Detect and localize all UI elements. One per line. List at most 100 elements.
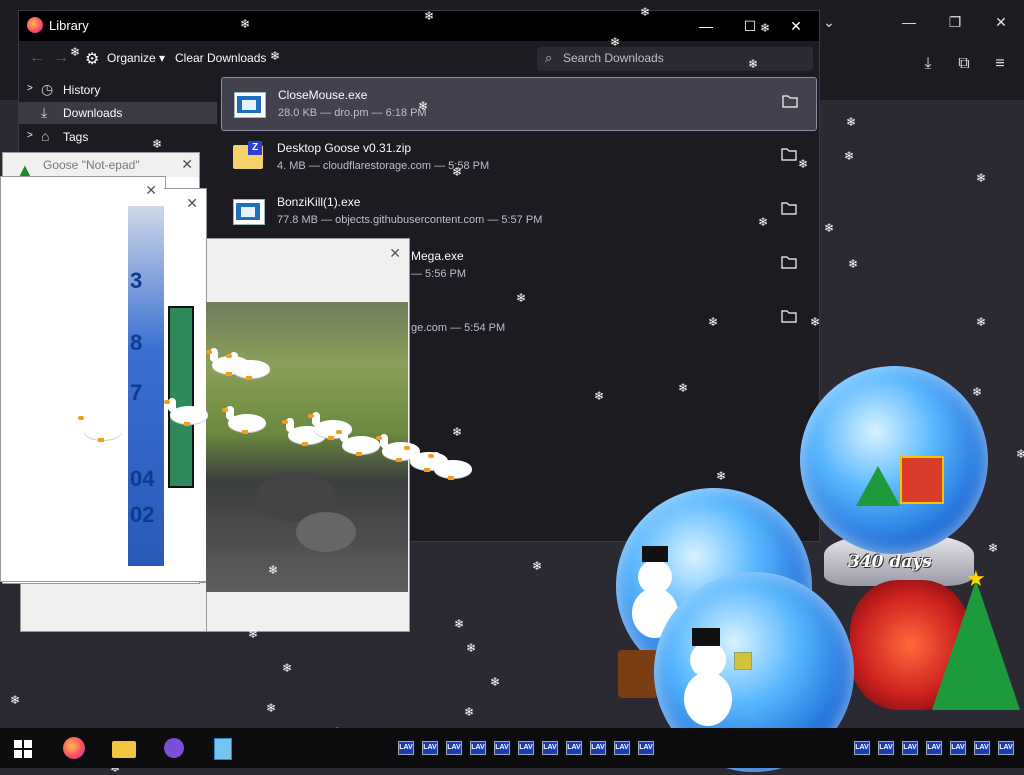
snowflake-icon: ❄ [594,389,605,403]
lav-tray-icon[interactable]: LAV [542,741,558,755]
snowflake-icon: ❄ [268,563,279,577]
tree-icon [856,466,900,506]
hat-icon [642,546,668,562]
lav-tray-icon[interactable]: LAV [854,741,870,755]
extensions-icon[interactable]: ⧉ [950,52,978,76]
snowflake-icon: ❄ [240,17,251,31]
minimize-icon[interactable]: — [693,15,719,37]
snowflake-icon: ❄ [532,559,543,573]
download-name: CloseMouse.exe [278,88,368,102]
green-panel [168,306,194,488]
goose-sprite[interactable] [428,452,472,480]
exe-icon [234,92,266,118]
goose-sprite[interactable] [336,428,380,456]
goose-sprite[interactable] [226,352,270,380]
sidebar-item-history[interactable]: > ◷ History [19,79,217,101]
lav-tray-icon[interactable]: LAV [398,741,414,755]
library-title: Library [49,18,89,33]
download-row[interactable]: BonziKill(1).exe 77.8 MB — objects.githu… [221,185,815,237]
hat-icon [692,628,720,646]
goose-sprite[interactable] [222,406,266,434]
download-meta: ge.com — 5:54 PM [411,322,506,334]
lav-tray-icon[interactable]: LAV [566,741,582,755]
snowflake-icon: ❄ [972,385,983,399]
organize-button[interactable]: Organize ▾ [107,51,165,65]
exe-icon [233,199,265,225]
meme-number: 02 [130,502,155,527]
christmas-tree-icon [932,580,1020,710]
windows-start-icon[interactable] [14,740,32,758]
snowflake-icon: ❄ [798,157,809,171]
folder-icon[interactable] [781,147,797,161]
close-icon[interactable]: ✕ [145,182,157,199]
snowflake-icon: ❄ [988,541,999,555]
sidebar-item-downloads[interactable]: ⤓ Downloads [19,102,217,124]
chevron-right-icon[interactable]: > [27,83,33,94]
goose-sprite[interactable] [164,398,208,426]
folder-icon[interactable] [781,201,797,215]
folder-icon[interactable] [782,94,798,108]
lav-tray-icon[interactable]: LAV [446,741,462,755]
snowflake-icon: ❄ [716,469,727,483]
close-icon[interactable]: ✕ [986,10,1016,34]
lav-tray-icon[interactable]: LAV [590,741,606,755]
folder-icon[interactable] [781,309,797,323]
close-icon[interactable]: ✕ [186,195,198,212]
close-icon[interactable]: ✕ [783,15,809,37]
snowflake-icon: ❄ [10,693,21,707]
download-row[interactable]: CloseMouse.exe 28.0 KB — dro.pm — 6:18 P… [221,77,817,131]
download-meta: 77.8 MB — objects.githubusercontent.com … [277,214,543,226]
close-icon[interactable]: ✕ [389,245,401,262]
lav-tray-icon[interactable]: LAV [902,741,918,755]
sidebar-item-label: Downloads [63,106,123,120]
downloads-icon[interactable]: ⤓ [914,52,942,76]
chevron-right-icon[interactable]: > [27,130,33,141]
lav-tray-icon[interactable]: LAV [998,741,1014,755]
clear-downloads-button[interactable]: Clear Downloads [175,51,266,65]
snowflake-icon: ❄ [976,315,987,329]
snowman [684,672,732,726]
sidebar-item-tags[interactable]: > ⌂ Tags [19,126,217,148]
close-icon[interactable]: ✕ [181,156,193,173]
lav-tray-icon[interactable]: LAV [422,741,438,755]
snowflake-icon: ❄ [640,5,651,19]
snowflake-icon: ❄ [466,641,477,655]
menu-icon[interactable]: ≡ [986,52,1014,76]
snowflake-icon: ❄ [464,705,475,719]
snowflake-icon: ❄ [708,315,719,329]
snowflake-icon: ❄ [266,701,277,715]
download-name: Mega.exe [411,249,464,263]
snowflake-icon: ❄ [454,617,465,631]
notepad-icon[interactable] [208,734,236,762]
firefox-icon[interactable] [60,734,88,762]
snowflake-icon: ❄ [678,381,689,395]
organize-label: Organize [107,51,156,65]
folder-icon[interactable] [781,255,797,269]
minimize-icon[interactable]: — [894,10,924,34]
zip-icon: Z [233,141,263,169]
goose-sprite[interactable] [78,414,122,442]
download-row[interactable]: Z Desktop Goose v0.31.zip 4. MB — cloudf… [221,131,815,183]
lav-tray-icon[interactable]: LAV [878,741,894,755]
file-explorer-icon[interactable] [110,734,138,762]
tag-icon: ⌂ [41,128,50,144]
days-counter: 340 days [848,552,932,572]
forward-arrow-icon[interactable]: → [53,49,69,67]
lav-tray-icon[interactable]: LAV [950,741,966,755]
lav-tray-icon[interactable]: LAV [494,741,510,755]
lav-tray-icon[interactable]: LAV [470,741,486,755]
goose-window-title: Goose "Not-epad" [43,158,140,172]
lav-tray-icon[interactable]: LAV [614,741,630,755]
lav-tray-icon[interactable]: LAV [638,741,654,755]
back-arrow-icon[interactable]: ← [29,49,45,67]
gift-icon [900,456,944,504]
library-titlebar: Library — ☐ ✕ [19,11,819,41]
bonzi-icon[interactable] [160,734,188,762]
lav-tray-icon[interactable]: LAV [974,741,990,755]
gear-icon[interactable]: ⚙ [85,49,99,69]
lav-tray-icon[interactable]: LAV [926,741,942,755]
search-input[interactable] [563,51,803,65]
lav-tray-icon[interactable]: LAV [518,741,534,755]
restore-icon[interactable]: ❐ [940,10,970,34]
download-meta: — 5:56 PM [411,268,467,280]
